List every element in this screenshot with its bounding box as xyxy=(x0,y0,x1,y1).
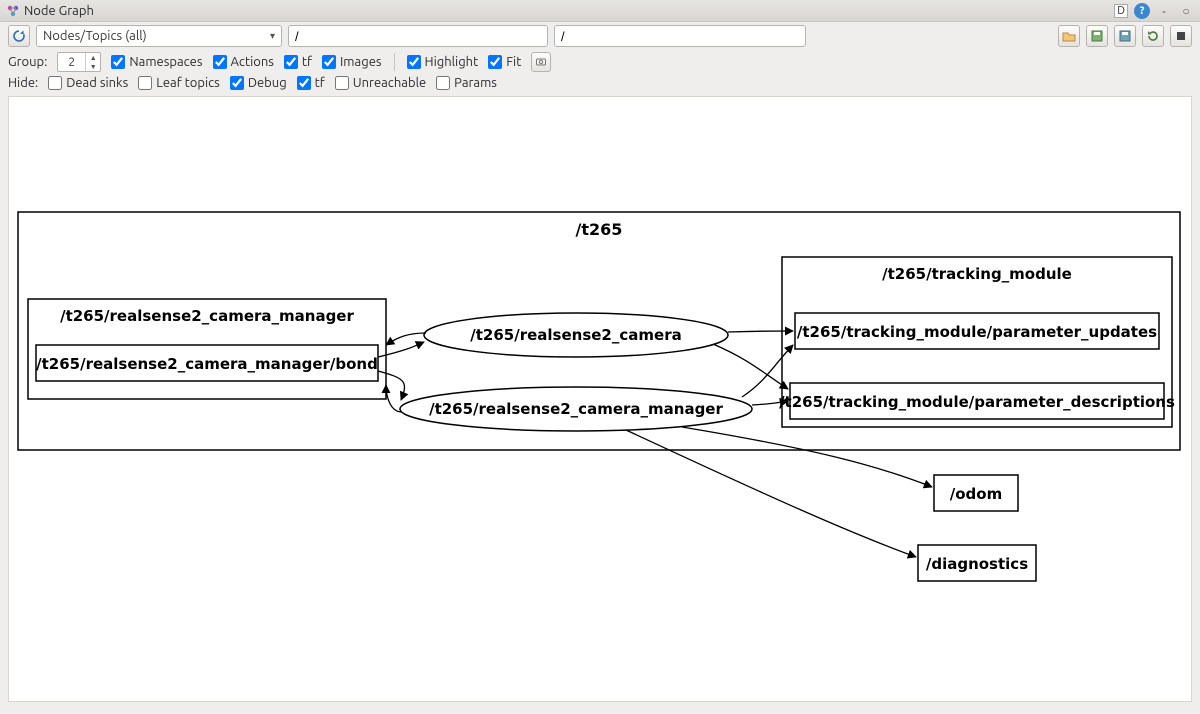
separator xyxy=(394,53,395,71)
chk-unreachable[interactable]: Unreachable xyxy=(335,76,426,90)
chk-label: Highlight xyxy=(425,55,479,69)
chk-params-input[interactable] xyxy=(436,76,450,90)
hide-row: Hide: Dead sinks Leaf topics Debug tf Un… xyxy=(0,74,1200,92)
chk-leaf-topics-input[interactable] xyxy=(138,76,152,90)
chk-debug-input[interactable] xyxy=(230,76,244,90)
stop-icon[interactable] xyxy=(1170,25,1192,47)
chk-fit[interactable]: Fit xyxy=(488,55,521,69)
chk-label: Unreachable xyxy=(353,76,426,90)
node-realsense2-camera-label: /t265/realsense2_camera xyxy=(470,326,681,344)
node-bond-label: /t265/realsense2_camera_manager/bond xyxy=(36,355,378,373)
chk-namespaces-input[interactable] xyxy=(111,55,125,69)
chk-label: Actions xyxy=(231,55,274,69)
chk-leaf-topics[interactable]: Leaf topics xyxy=(138,76,220,90)
minimize-button[interactable]: ‐ xyxy=(1156,3,1172,19)
group-tracking-module-label: /t265/tracking_module xyxy=(882,265,1072,283)
chk-dead-sinks-input[interactable] xyxy=(48,76,62,90)
chk-debug[interactable]: Debug xyxy=(230,76,287,90)
open-icon[interactable] xyxy=(1058,25,1080,47)
dropdown-value: Nodes/Topics (all) xyxy=(43,29,147,43)
chk-tf[interactable]: tf xyxy=(284,55,312,69)
chk-label: Params xyxy=(454,76,497,90)
chk-actions[interactable]: Actions xyxy=(213,55,274,69)
group-row: Group: 2 ▲▼ Namespaces Actions tf Images… xyxy=(0,50,1200,74)
window-title: Node Graph xyxy=(24,4,94,18)
edge-manager-to-group-upper xyxy=(742,345,793,397)
view-mode-dropdown[interactable]: Nodes/Topics (all) xyxy=(36,25,282,47)
edge-bond-to-camera-top xyxy=(378,342,424,357)
chk-unreachable-input[interactable] xyxy=(335,76,349,90)
graph-canvas[interactable]: /t265 /t265/realsense2_camera_manager /t… xyxy=(8,96,1192,702)
toolbar-right-icons xyxy=(1058,25,1192,47)
titlebar: Node Graph D ? ‐ ○ xyxy=(0,0,1200,22)
node-param-descriptions-label: /t265/tracking_module/parameter_descript… xyxy=(779,393,1175,411)
d-menu[interactable]: D xyxy=(1114,4,1128,18)
chk-label: Leaf topics xyxy=(156,76,220,90)
chevron-down-icon[interactable]: ▼ xyxy=(86,62,100,71)
chevron-up-icon[interactable]: ▲ xyxy=(86,53,100,62)
node-realsense2-camera-manager-label: /t265/realsense2_camera_manager xyxy=(429,400,723,418)
edge-camera-to-group-lower xyxy=(713,344,788,389)
chk-tf-input[interactable] xyxy=(284,55,298,69)
filter-input-2[interactable] xyxy=(554,25,806,47)
group-t265-label: /t265 xyxy=(576,220,623,239)
chk-fit-input[interactable] xyxy=(488,55,502,69)
chk-tf2-input[interactable] xyxy=(297,76,311,90)
app-icon xyxy=(6,4,20,18)
reload-button[interactable] xyxy=(8,25,30,47)
edge-manager-to-diagnostics xyxy=(626,430,916,557)
chk-label: tf xyxy=(315,76,325,90)
group-value: 2 xyxy=(58,53,85,71)
chk-actions-input[interactable] xyxy=(213,55,227,69)
node-param-updates-label: /t265/tracking_module/parameter_updates xyxy=(797,323,1157,341)
help-icon[interactable]: ? xyxy=(1134,3,1150,19)
hide-label: Hide: xyxy=(8,76,38,90)
chk-label: Debug xyxy=(248,76,287,90)
chk-label: Namespaces xyxy=(129,55,202,69)
chk-highlight-input[interactable] xyxy=(407,55,421,69)
chk-tf2[interactable]: tf xyxy=(297,76,325,90)
screenshot-icon[interactable] xyxy=(531,52,551,72)
chk-highlight[interactable]: Highlight xyxy=(407,55,479,69)
chk-images-input[interactable] xyxy=(322,55,336,69)
chk-label: Images xyxy=(340,55,382,69)
node-odom-label: /odom xyxy=(950,485,1002,503)
filter-input-1[interactable] xyxy=(288,25,548,47)
chk-label: Dead sinks xyxy=(66,76,128,90)
chk-label: Fit xyxy=(506,55,521,69)
group-label: Group: xyxy=(8,55,47,69)
save-icon[interactable] xyxy=(1086,25,1108,47)
window-controls: D ? ‐ ○ xyxy=(1114,3,1194,19)
chk-images[interactable]: Images xyxy=(322,55,382,69)
toolbar: Nodes/Topics (all) xyxy=(0,22,1200,50)
chk-namespaces[interactable]: Namespaces xyxy=(111,55,202,69)
edge-manager-to-odom xyxy=(682,427,932,487)
save-as-icon[interactable] xyxy=(1114,25,1136,47)
chk-label: tf xyxy=(302,55,312,69)
maximize-button[interactable]: ○ xyxy=(1178,3,1194,19)
refresh-icon[interactable] xyxy=(1142,25,1164,47)
group-camera-manager-label: /t265/realsense2_camera_manager xyxy=(60,307,354,325)
group-spinner[interactable]: 2 ▲▼ xyxy=(57,52,101,72)
chk-params[interactable]: Params xyxy=(436,76,497,90)
edge-camera-to-param-updates xyxy=(728,331,793,332)
edge-bond-to-manager-bottom xyxy=(378,371,404,400)
chk-dead-sinks[interactable]: Dead sinks xyxy=(48,76,128,90)
node-diagnostics-label: /diagnostics xyxy=(926,555,1028,573)
